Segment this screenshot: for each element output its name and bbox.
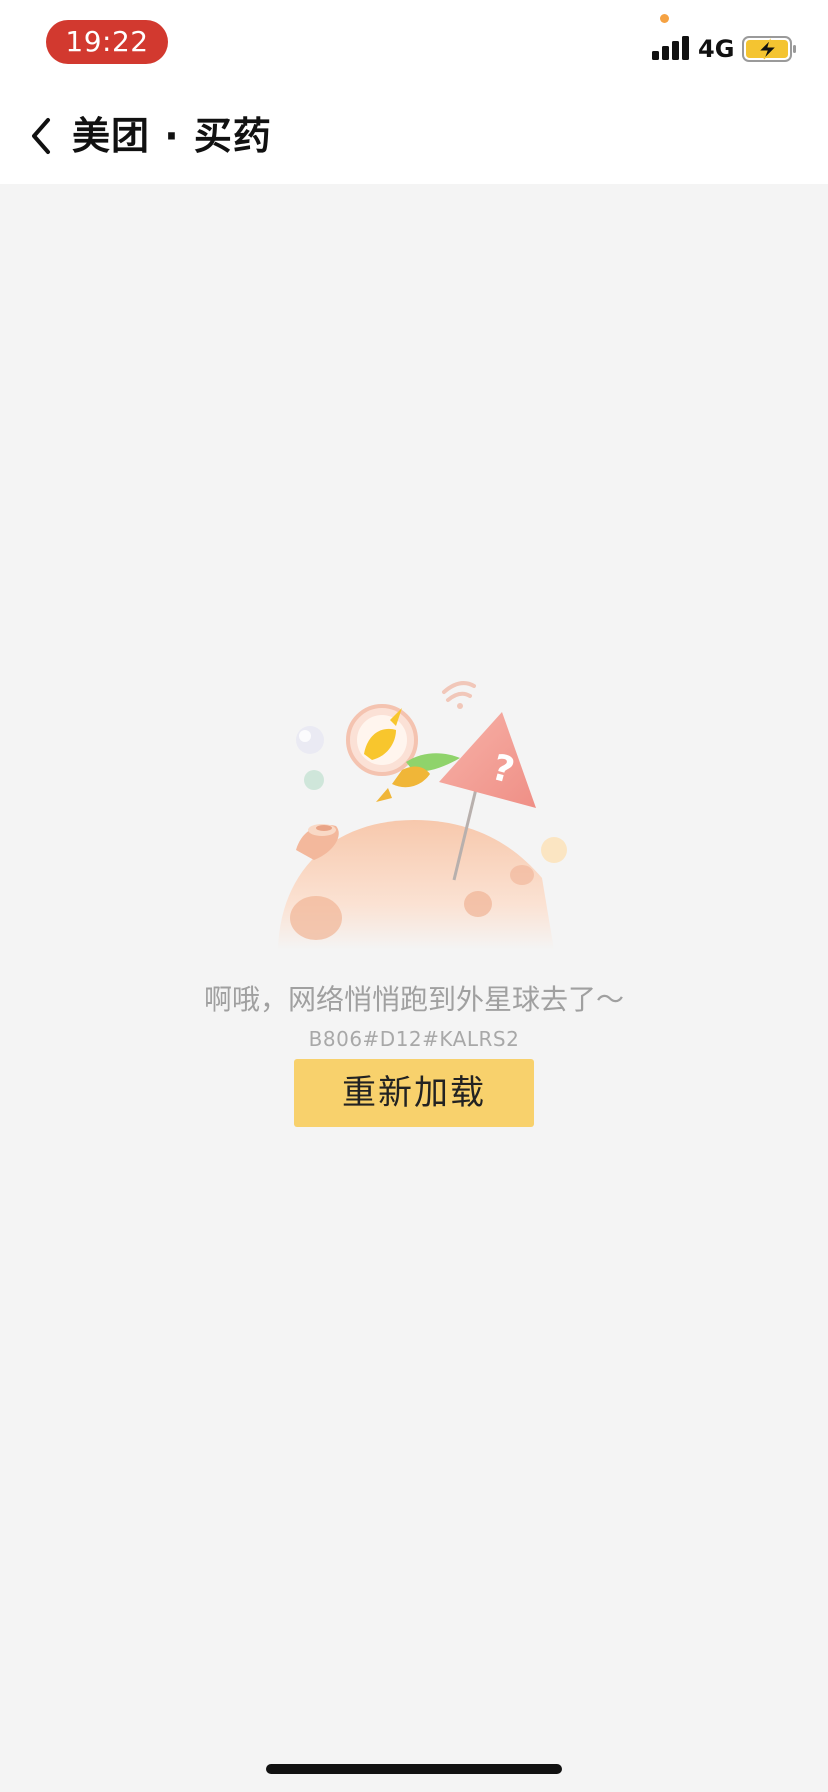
app-screen: 19:22 4G 美团 · 买药 ? 啊哦，网络悄悄跑到外星球去了～ B806#… <box>0 0 828 1792</box>
error-message: 啊哦，网络悄悄跑到外星球去了～ <box>203 983 624 1016</box>
status-time: 19:22 <box>46 20 168 64</box>
status-bar: 19:22 4G <box>0 0 828 88</box>
back-button[interactable] <box>14 106 74 166</box>
home-indicator[interactable] <box>266 1764 562 1774</box>
reload-button[interactable]: 重新加载 <box>294 1059 534 1127</box>
error-code: B806#D12#KALRS2 <box>308 1027 520 1051</box>
signal-icon <box>652 36 689 60</box>
battery-charging-icon <box>742 36 796 62</box>
privacy-indicator-dot <box>660 14 669 23</box>
astronaut-kangaroo-on-planet-illustration: ? <box>278 681 567 950</box>
page-title: 美团 · 买药 <box>72 114 272 158</box>
chevron-left-icon <box>32 118 50 154</box>
nav-bar: 美团 · 买药 <box>0 88 828 184</box>
network-type: 4G <box>698 35 735 63</box>
